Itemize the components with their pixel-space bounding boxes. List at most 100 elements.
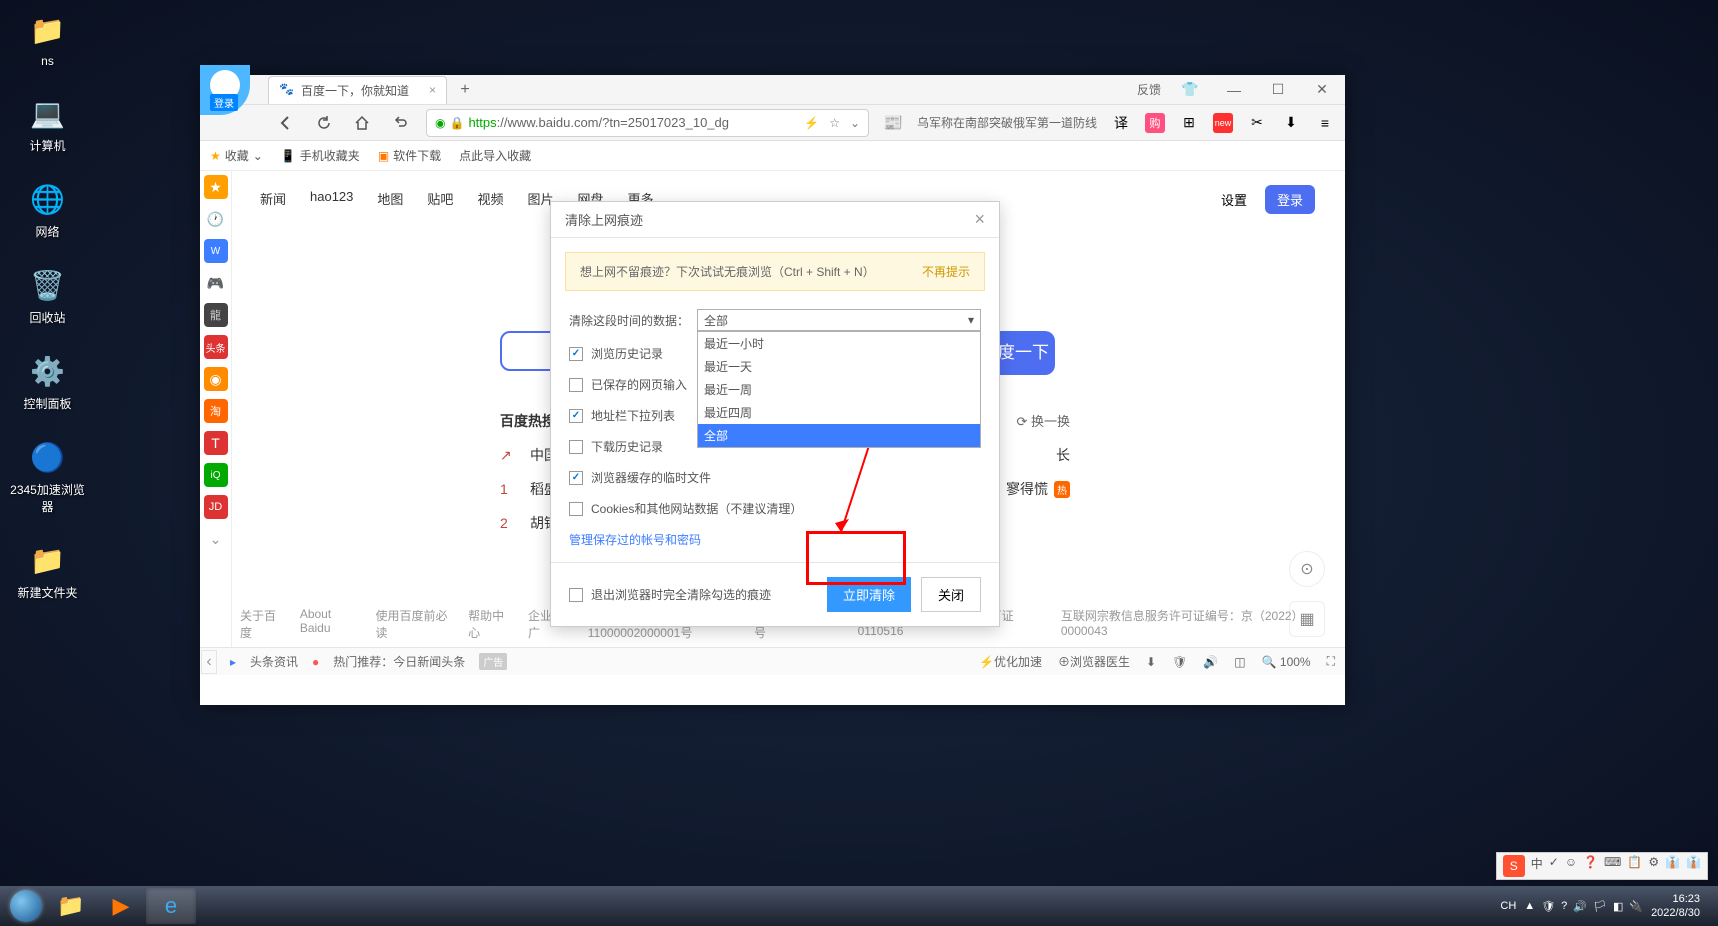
dropdown-option[interactable]: 最近一周 <box>698 378 980 401</box>
desktop-icon-computer[interactable]: 💻计算机 <box>10 93 85 154</box>
banner-dismiss[interactable]: 不再提示 <box>922 263 970 280</box>
back-button[interactable] <box>274 111 298 135</box>
download-button[interactable]: ⬇ <box>1281 113 1301 133</box>
dropdown-option-selected[interactable]: 全部 <box>698 424 980 447</box>
apps-button[interactable]: ⊞ <box>1179 113 1199 133</box>
desktop-icon-ns[interactable]: 📁ns <box>10 10 85 68</box>
dialog-close-button[interactable]: × <box>974 209 985 230</box>
sidebar-dragon-icon[interactable]: 龍 <box>204 303 228 327</box>
dropdown-option[interactable]: 最近四周 <box>698 401 980 424</box>
new-badge-icon[interactable]: new <box>1213 113 1233 133</box>
refresh-button[interactable] <box>312 111 336 135</box>
skin-button[interactable]: 👕 <box>1175 78 1205 102</box>
optimize-button[interactable]: ⚡优化加速 <box>979 653 1042 670</box>
sidebar-taobao-icon[interactable]: 淘 <box>204 399 228 423</box>
status-shield-icon[interactable]: 🛡 <box>1172 655 1187 669</box>
footer-link[interactable]: 帮助中心 <box>468 607 512 641</box>
sidebar-headline-icon[interactable]: 头条 <box>204 335 228 359</box>
headlines-icon[interactable]: ▸ <box>230 655 236 669</box>
close-button[interactable]: 关闭 <box>921 577 981 612</box>
taskbar-clock[interactable]: 16:23 2022/8/30 <box>1651 892 1700 921</box>
desktop-icon-network[interactable]: 🌐网络 <box>10 179 85 240</box>
screenshot-button[interactable]: ✂ <box>1247 113 1267 133</box>
tray-lang[interactable]: CH <box>1500 900 1516 912</box>
footer-link[interactable]: 使用百度前必读 <box>375 607 452 641</box>
fullscreen-button[interactable]: ⛶ <box>1327 654 1335 669</box>
baidu-login-button[interactable]: 登录 <box>1265 185 1315 214</box>
sidebar-word-icon[interactable]: W <box>204 239 228 263</box>
url-input[interactable]: ◉ 🔒 https://www.baidu.com/?tn=25017023_1… <box>426 109 869 137</box>
favorites-button[interactable]: ★收藏⌄ <box>210 147 263 164</box>
ime-toolbar[interactable]: S 中 ✓ ☺ ❓ ⌨ 📋 ⚙ 👔 👔 <box>1496 852 1708 880</box>
status-download-icon[interactable]: ⬇ <box>1146 655 1156 669</box>
minimize-button[interactable]: — <box>1219 78 1249 102</box>
nav-hao123[interactable]: hao123 <box>310 189 353 208</box>
footer-link[interactable]: 关于百度 <box>240 607 284 641</box>
software-download[interactable]: ▣软件下载 <box>378 147 441 164</box>
sidebar-weibo-icon[interactable]: ◉ <box>204 367 228 391</box>
desktop-icon-new-folder[interactable]: 📁新建文件夹 <box>10 540 85 601</box>
checkbox-cookies[interactable]: Cookies和其他网站数据（不建议清理） <box>569 500 981 517</box>
ime-skin2-button[interactable]: 👔 <box>1686 855 1701 877</box>
manage-passwords-link[interactable]: 管理保存过的帐号和密码 <box>569 531 981 548</box>
desktop-icon-control-panel[interactable]: ⚙️控制面板 <box>10 351 85 412</box>
sidebar-clock-icon[interactable]: 🕐 <box>204 207 228 231</box>
headlines-link[interactable]: 头条资讯 <box>250 653 298 670</box>
tray-arrow-icon[interactable]: ▲ <box>1524 900 1535 913</box>
browser-doctor-button[interactable]: ⊕浏览器医生 <box>1058 653 1130 670</box>
browser-tab[interactable]: 🐾 百度一下，你就知道 × <box>268 76 447 104</box>
ime-settings-button[interactable]: ⚙ <box>1648 855 1659 877</box>
checkbox-clear-on-exit[interactable]: 退出浏览器时完全清除勾选的痕迹 <box>569 586 771 603</box>
star-icon[interactable]: ☆ <box>829 116 840 130</box>
tray-display-icon[interactable]: ◧ <box>1613 900 1623 913</box>
sidebar-collapse-button[interactable]: ‹ <box>201 650 217 674</box>
dropdown-option[interactable]: 最近一小时 <box>698 332 980 355</box>
ime-skin-button[interactable]: 👔 <box>1665 855 1680 877</box>
ime-emoji-button[interactable]: ☺ <box>1565 855 1577 877</box>
home-button[interactable] <box>350 111 374 135</box>
time-range-select[interactable]: 全部 ▾ 最近一小时 最近一天 最近一周 最近四周 全部 <box>697 309 981 331</box>
nav-map[interactable]: 地图 <box>377 189 403 208</box>
menu-button[interactable]: ≡ <box>1315 113 1335 133</box>
ime-tool-button[interactable]: 📋 <box>1627 855 1642 877</box>
translate-button[interactable]: 译 <box>1111 113 1131 133</box>
sidebar-game-icon[interactable]: 🎮 <box>204 271 228 295</box>
tray-help-icon[interactable]: ? <box>1561 900 1567 913</box>
taskbar-browser[interactable]: e <box>146 888 196 924</box>
checkbox-cache[interactable]: 浏览器缓存的临时文件 <box>569 469 981 486</box>
refresh-hot-button[interactable]: ⟳ 换一换 <box>1016 411 1070 431</box>
tray-power-icon[interactable]: 🔌 <box>1629 900 1643 913</box>
sidebar-star-icon[interactable]: ★ <box>204 175 228 199</box>
clear-now-button[interactable]: 立即清除 <box>827 577 911 612</box>
news-widget-icon[interactable]: 📰 <box>883 113 903 133</box>
nav-tieba[interactable]: 贴吧 <box>427 189 453 208</box>
dropdown-option[interactable]: 最近一天 <box>698 355 980 378</box>
assist-widget[interactable]: ⊙ <box>1289 551 1325 587</box>
undo-button[interactable] <box>388 111 412 135</box>
mobile-favorites[interactable]: 📱手机收藏夹 <box>281 147 360 164</box>
sidebar-t-icon[interactable]: T <box>204 431 228 455</box>
news-hint[interactable]: 乌军称在南部突破俄军第一道防线 <box>917 114 1097 131</box>
sidebar-jd-icon[interactable]: JD <box>204 495 228 519</box>
taskbar-media-player[interactable]: ▶ <box>96 888 146 924</box>
shopping-button[interactable]: 购 <box>1145 113 1165 133</box>
new-tab-button[interactable]: + <box>451 81 479 99</box>
hot-recommend[interactable]: 热门推荐：今日新闻头条 <box>333 653 465 670</box>
desktop-icon-2345-browser[interactable]: 🔵2345加速浏览器 <box>10 437 85 515</box>
status-volume-icon[interactable]: 🔊 <box>1203 655 1218 669</box>
tray-volume-icon[interactable]: 🔊 <box>1573 900 1587 913</box>
baidu-settings[interactable]: 设置 <box>1221 190 1247 209</box>
sidebar-more-icon[interactable]: ⌄ <box>204 527 228 551</box>
ime-keyboard-button[interactable]: ⌨ <box>1604 855 1621 877</box>
ime-punct-button[interactable]: ✓ <box>1549 855 1559 877</box>
ime-help-button[interactable]: ❓ <box>1583 855 1598 877</box>
tray-flag-icon[interactable]: 🏳 <box>1593 900 1607 913</box>
taskbar-explorer[interactable]: 📁 <box>46 888 96 924</box>
desktop-icon-recycle[interactable]: 🗑️回收站 <box>10 265 85 326</box>
import-bookmarks[interactable]: 点此导入收藏 <box>459 147 531 164</box>
zoom-button[interactable]: 🔍 100% <box>1262 655 1311 669</box>
sidebar-iqiyi-icon[interactable]: iQ <box>204 463 228 487</box>
chevron-down-icon[interactable]: ⌄ <box>850 116 860 130</box>
feedback-link[interactable]: 反馈 <box>1137 81 1161 98</box>
nav-video[interactable]: 视频 <box>477 189 503 208</box>
